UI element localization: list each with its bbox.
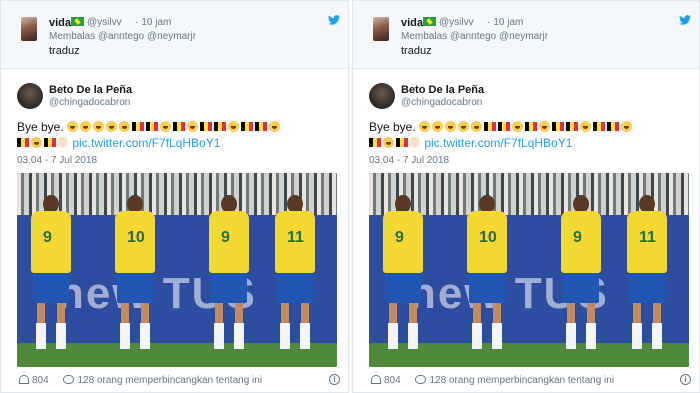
tweet-text-prefix: Bye bye. [17,120,64,134]
laughing-emoji-icon [432,121,444,132]
tweet-photo-link[interactable]: pic.twitter.com/F7fLqHBoY1 [424,136,572,150]
tweet-actions: 804 128 orang memperbincangkan tentang i… [371,375,614,386]
laughing-emoji-icon [160,121,172,132]
reply-time-text: 10 jam [141,17,172,28]
info-icon[interactable]: i [680,374,691,385]
emoji-line-2 [17,136,69,150]
laughing-emoji-icon [458,121,470,132]
belgium-flag-icon [552,122,565,131]
peace-hand-icon [410,137,419,148]
avatar[interactable] [21,17,37,41]
laughing-emoji-icon [383,137,394,148]
conversation-text[interactable]: 128 orang memperbincangkan tentang ini [77,375,262,386]
tweet-author-handle[interactable]: @chingadocabron [49,97,130,108]
reply-text: traduz [401,45,432,57]
tweet-actions: 804 128 orang memperbincangkan tentang i… [19,375,262,386]
tweet-author-handle[interactable]: @chingadocabron [401,97,482,108]
tweet-photo[interactable]: new TUS 9 10 9 11 [369,173,689,367]
emoji-line-2 [369,136,421,150]
reply-author-name[interactable]: vida [49,17,71,29]
reply-text: traduz [49,45,80,57]
avatar[interactable] [17,83,43,109]
belgium-flag-icon [255,122,268,131]
reply-author-handle[interactable]: @ysilvv [87,17,122,28]
laughing-emoji-icon [419,121,431,132]
avatar[interactable] [373,17,389,41]
tweet-photo[interactable]: new TUS 9 10 9 11 [17,173,337,367]
info-icon[interactable]: i [329,374,340,385]
reply-timestamp[interactable]: · 10 jam [487,17,523,28]
like-count[interactable]: 804 [32,375,49,386]
laughing-emoji-icon [539,121,551,132]
tweet-text: Bye bye. pic.twitter.com/F7fLqHBoY1 [369,119,689,151]
laughing-emoji-icon [93,121,105,132]
conversation-text[interactable]: 128 orang memperbincangkan tentang ini [429,375,614,386]
tweet-embed-left: vida @ysilvv · 10 jam Membalas @anntego @… [0,0,349,393]
belgium-flag-icon [566,122,579,131]
reply-timestamp[interactable]: · 10 jam [135,17,171,28]
heart-icon[interactable] [19,375,29,384]
twitter-bird-icon[interactable] [679,15,691,25]
laughing-emoji-icon [471,121,483,132]
heart-icon[interactable] [371,375,381,384]
laughing-emoji-icon [228,121,240,132]
laughing-emoji-icon [106,121,118,132]
laughing-emoji-icon [80,121,92,132]
belgium-flag-icon [173,122,186,131]
laughing-emoji-icon [269,121,281,132]
reply-author-handle[interactable]: @ysilvv [439,17,474,28]
brazil-flag-icon [71,17,84,26]
peace-hand-icon [58,137,67,148]
belgium-flag-icon [525,122,538,131]
reply-author-name[interactable]: vida [401,17,423,29]
belgium-flag-icon [44,138,56,147]
tweet-date[interactable]: 03.04 - 7 Jul 2018 [17,155,97,166]
replying-to: Membalas @anntego @neymarjr [49,31,197,42]
belgium-flag-icon [214,122,227,131]
belgium-flag-icon [369,138,381,147]
laughing-emoji-icon [67,121,79,132]
belgium-flag-icon [146,122,159,131]
belgium-flag-icon [200,122,213,131]
laughing-emoji-icon [187,121,199,132]
laughing-emoji-icon [31,137,42,148]
belgium-flag-icon [607,122,620,131]
replying-to: Membalas @anntego @neymarjr [401,31,549,42]
tweet-embed-right: vida @ysilvv · 10 jam Membalas @anntego @… [352,0,700,393]
comment-icon[interactable] [63,375,75,384]
belgium-flag-icon [396,138,408,147]
twitter-bird-icon[interactable] [328,15,340,25]
belgium-flag-icon [484,122,497,131]
emoji-line-1 [67,120,282,134]
reply-time-text: 10 jam [493,17,524,28]
belgium-flag-icon [498,122,511,131]
laughing-emoji-icon [621,121,633,132]
reply-tweet[interactable]: vida @ysilvv · 10 jam Membalas @anntego @… [353,1,699,69]
emoji-line-1 [419,120,634,134]
avatar[interactable] [369,83,395,109]
tweet-author-name[interactable]: Beto De la Peña [49,84,132,96]
belgium-flag-icon [241,122,254,131]
tweet-photo-link[interactable]: pic.twitter.com/F7fLqHBoY1 [72,136,220,150]
brazil-flag-icon [423,17,436,26]
like-count[interactable]: 804 [384,375,401,386]
laughing-emoji-icon [119,121,131,132]
tweet-author-name[interactable]: Beto De la Peña [401,84,484,96]
belgium-flag-icon [17,138,29,147]
tweet-text: Bye bye. pic.twitter.com/F7fLqHBoY1 [17,119,337,151]
tweet-text-prefix: Bye bye. [369,120,416,134]
belgium-flag-icon [132,122,145,131]
tweet-date[interactable]: 03.04 - 7 Jul 2018 [369,155,449,166]
belgium-flag-icon [593,122,606,131]
laughing-emoji-icon [445,121,457,132]
laughing-emoji-icon [580,121,592,132]
laughing-emoji-icon [512,121,524,132]
reply-tweet[interactable]: vida @ysilvv · 10 jam Membalas @anntego @… [1,1,348,69]
comment-icon[interactable] [415,375,427,384]
